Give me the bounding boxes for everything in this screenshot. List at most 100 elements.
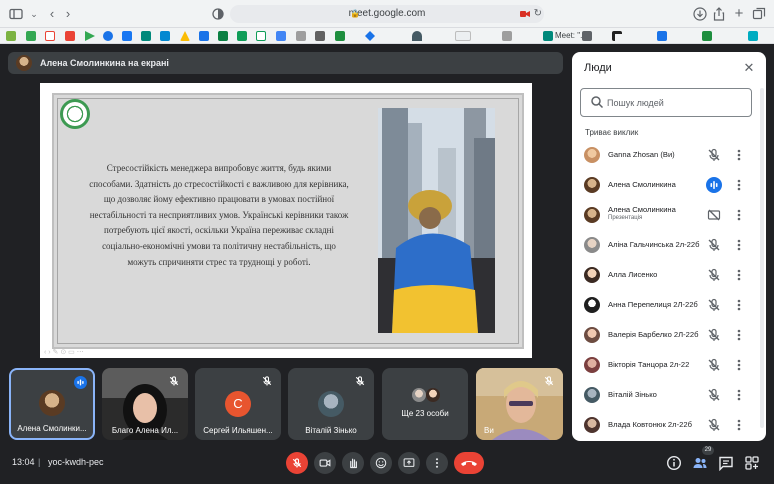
participants-count-badge: 29 xyxy=(702,446,714,455)
bookmark-icon[interactable] xyxy=(612,31,622,41)
avatar xyxy=(584,417,600,433)
participant-row[interactable]: Вікторія Танцора 2л-22 xyxy=(572,350,766,380)
more-options-icon[interactable] xyxy=(734,177,744,193)
meeting-code: yoc-kwdh-pec xyxy=(48,457,104,467)
more-options-icon[interactable] xyxy=(734,387,744,403)
more-options-icon[interactable] xyxy=(734,207,744,223)
mic-off-icon[interactable] xyxy=(706,147,722,163)
participant-row[interactable]: Алена Смолинкина xyxy=(572,170,766,200)
bookmark-icon[interactable] xyxy=(6,31,16,41)
more-options-icon[interactable] xyxy=(734,327,744,343)
self-tile[interactable]: Ви xyxy=(476,368,563,440)
mic-toggle-button[interactable] xyxy=(286,452,308,474)
bookmark-icon[interactable] xyxy=(65,31,75,41)
shield-icon[interactable] xyxy=(210,6,226,22)
bookmark-icon[interactable] xyxy=(103,31,113,41)
info-icon[interactable] xyxy=(666,455,682,471)
mic-off-icon[interactable] xyxy=(706,297,722,313)
participant-row[interactable]: Віталій Зінько xyxy=(572,380,766,410)
raise-hand-button[interactable] xyxy=(342,452,364,474)
back-icon[interactable]: ‹ xyxy=(44,6,60,22)
presentation-off-icon[interactable] xyxy=(706,207,722,223)
bookmark-icon[interactable] xyxy=(141,31,151,41)
participant-row[interactable]: Анна Перепелиця 2Л-22б xyxy=(572,290,766,320)
chevron-down-icon[interactable]: ⌄ xyxy=(26,6,42,22)
more-options-icon[interactable] xyxy=(734,237,744,253)
bookmark-icon[interactable] xyxy=(582,31,592,41)
participant-row[interactable]: Алена Смолинкина Презентація xyxy=(572,200,766,230)
camera-toggle-button[interactable] xyxy=(314,452,336,474)
reload-icon[interactable]: ↻ xyxy=(534,5,542,23)
participant-row[interactable]: Влада Ковтонюк 2л-22б xyxy=(572,410,766,440)
present-screen-button[interactable] xyxy=(398,452,420,474)
participant-tile[interactable]: Віталій Зінько xyxy=(288,368,374,440)
bookmark-icon[interactable] xyxy=(335,31,345,41)
download-icon[interactable] xyxy=(692,6,708,22)
tab-overview-icon[interactable] xyxy=(751,6,767,22)
bookmark-icon[interactable] xyxy=(199,31,209,41)
shared-screen[interactable]: Стресостійкість менеджера випробовує жит… xyxy=(40,83,532,358)
leave-call-button[interactable] xyxy=(454,452,484,474)
participant-name: Ganna Zhosan (Ви) xyxy=(608,150,675,159)
mic-off-icon[interactable] xyxy=(706,327,722,343)
more-options-icon[interactable] xyxy=(734,297,744,313)
more-options-icon[interactable] xyxy=(734,147,744,163)
bookmark-icon[interactable] xyxy=(296,31,306,41)
camera-active-icon[interactable] xyxy=(520,5,530,23)
bookmark-icon[interactable] xyxy=(702,31,712,41)
participant-name: Влада Ковтонюк 2л-22б xyxy=(608,420,692,429)
more-options-button[interactable] xyxy=(426,452,448,474)
bookmark-icon[interactable] xyxy=(276,31,286,41)
more-participants-tile[interactable]: Ще 23 особи xyxy=(382,368,468,440)
more-options-icon[interactable] xyxy=(734,417,744,433)
bookmark-icon[interactable] xyxy=(365,31,375,41)
close-icon[interactable]: ✕ xyxy=(742,61,756,75)
participant-tile[interactable]: Благо Алена Ил... xyxy=(102,368,188,440)
address-bar[interactable]: 🔒 meet.google.com ↻ xyxy=(230,5,544,23)
mic-off-icon[interactable] xyxy=(706,267,722,283)
bookmark-icon[interactable] xyxy=(748,31,758,41)
chat-icon[interactable] xyxy=(718,455,734,472)
more-options-icon[interactable] xyxy=(734,267,744,283)
sidebar-toggle-icon[interactable] xyxy=(8,6,24,22)
translate-icon[interactable] xyxy=(657,31,667,41)
participant-tile[interactable]: C Сергей Ильяшен... xyxy=(195,368,281,440)
bookmarks-bar: Meet: "... xyxy=(0,28,774,44)
slide-toolbar[interactable]: ‹ › ✎ ⊙ ▭ ⋯ xyxy=(40,347,170,358)
bookmark-icon[interactable] xyxy=(218,31,228,41)
participant-row[interactable]: Алла Лисенко xyxy=(572,260,766,290)
bookmark-icon[interactable] xyxy=(256,31,266,41)
participant-row[interactable]: Ganna Zhosan (Ви) xyxy=(572,140,766,170)
new-tab-icon[interactable]: + xyxy=(731,6,747,22)
mic-off-icon[interactable] xyxy=(706,237,722,253)
bookmark-icon[interactable] xyxy=(455,31,471,41)
participant-row[interactable]: Валерія Барбелко 2Л-22б xyxy=(572,320,766,350)
more-options-icon[interactable] xyxy=(734,357,744,373)
emoji-button[interactable] xyxy=(370,452,392,474)
participant-row[interactable]: Аліна Гальчинська 2л-22б xyxy=(572,230,766,260)
forward-icon[interactable]: › xyxy=(60,6,76,22)
facebook-icon[interactable] xyxy=(122,31,132,41)
people-icon[interactable] xyxy=(692,455,708,471)
participant-name: Алена Смолинкина xyxy=(608,180,676,189)
bookmark-icon[interactable] xyxy=(160,31,170,41)
avatar xyxy=(584,147,600,163)
bookmark-icon[interactable] xyxy=(26,31,36,41)
share-icon[interactable] xyxy=(711,6,727,22)
participant-tile[interactable]: Алена Смолинки... xyxy=(9,368,95,440)
play-icon[interactable] xyxy=(85,31,95,41)
bookmark-icon[interactable] xyxy=(237,31,247,41)
panel-title: Люди xyxy=(584,62,612,74)
mic-off-icon[interactable] xyxy=(706,357,722,373)
search-box[interactable] xyxy=(580,88,752,117)
activities-icon[interactable] xyxy=(744,455,760,471)
mic-off-icon[interactable] xyxy=(706,417,722,433)
bookmark-icon[interactable] xyxy=(412,31,422,41)
drive-icon[interactable] xyxy=(180,31,190,41)
bookmark-icon[interactable] xyxy=(502,31,512,41)
bookmark-icon[interactable] xyxy=(315,31,325,41)
mic-off-icon[interactable] xyxy=(706,387,722,403)
search-input[interactable] xyxy=(607,93,747,113)
gmail-icon[interactable] xyxy=(45,31,55,41)
meeting-controls: 13:04 | yoc-kwdh-pec xyxy=(0,450,774,484)
